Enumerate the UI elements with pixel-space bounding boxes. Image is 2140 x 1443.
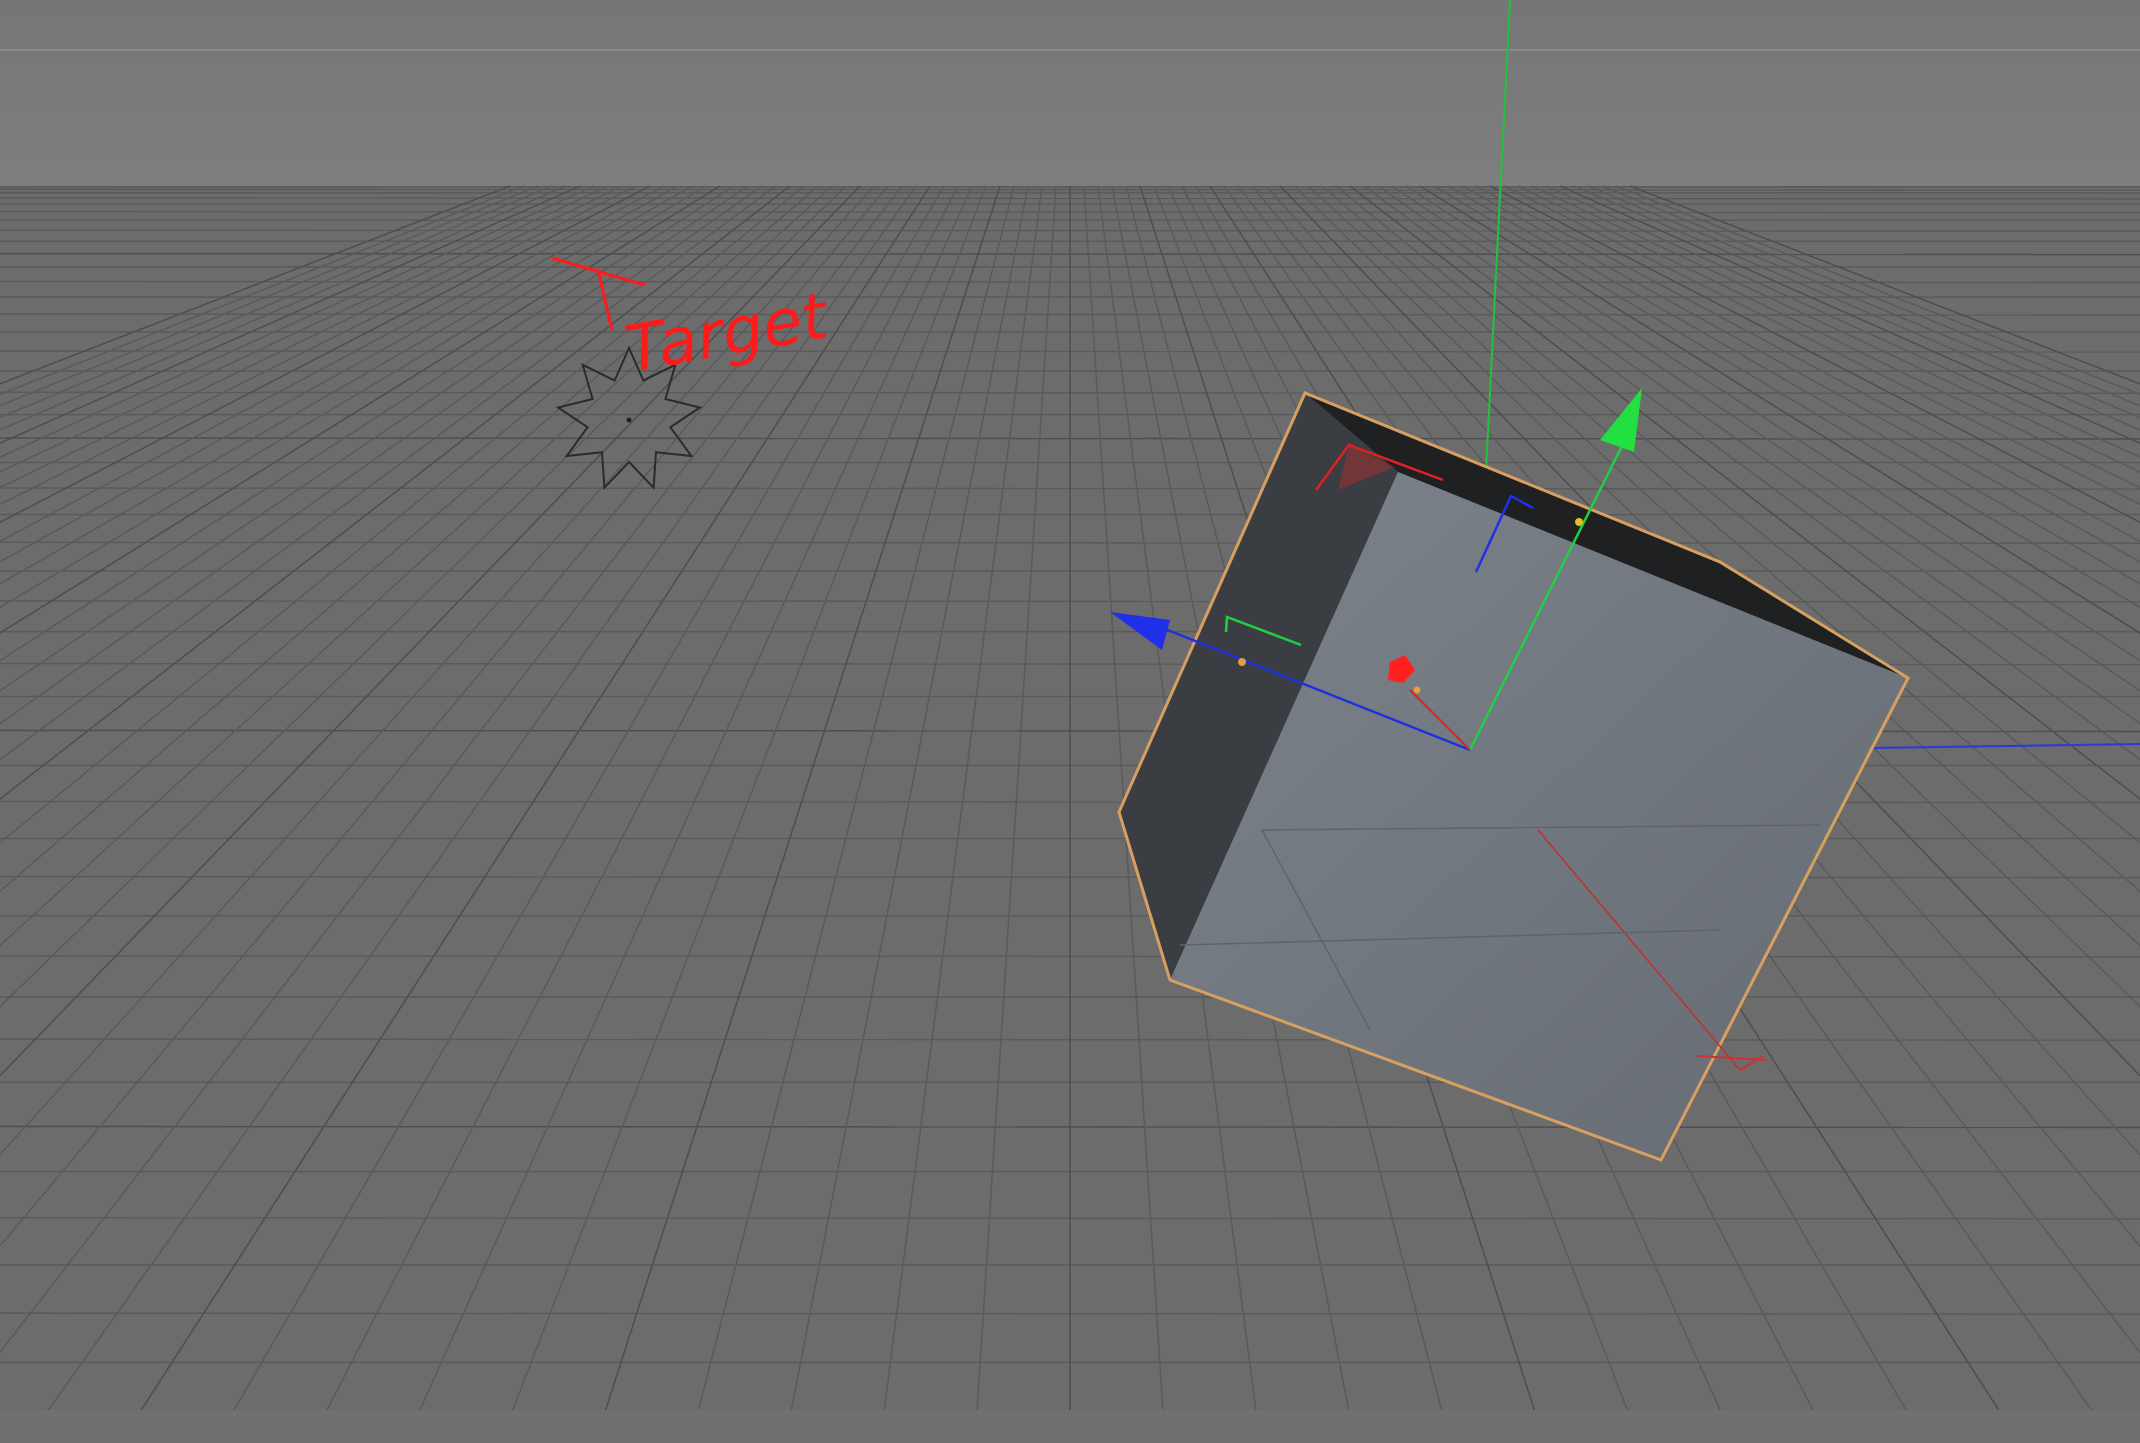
null-center-dot [626,417,632,423]
viewport-canvas[interactable]: Target [0,0,2140,1443]
gizmo-y-handle[interactable] [1575,518,1583,526]
horizon-sky [0,0,2140,186]
viewport-bottom-strip [0,1410,2140,1443]
gizmo-z-handle[interactable] [1238,658,1246,666]
3d-viewport[interactable]: Target [0,0,2140,1443]
gizmo-x-handle[interactable] [1413,686,1421,694]
